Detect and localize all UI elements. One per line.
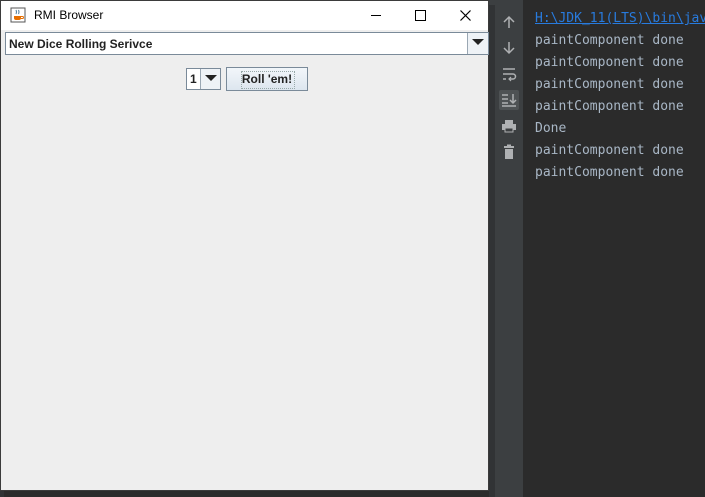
console-line: paintComponent done xyxy=(535,99,684,114)
minimize-button[interactable] xyxy=(353,1,399,30)
print-icon xyxy=(502,120,516,133)
title-bar[interactable]: RMI Browser xyxy=(1,1,488,30)
scroll-to-end-button[interactable] xyxy=(499,90,519,110)
soft-wrap-button[interactable] xyxy=(499,64,519,84)
maximize-button[interactable] xyxy=(399,1,445,30)
console-line: paintComponent done xyxy=(535,77,684,92)
up-arrow-button[interactable] xyxy=(499,12,519,32)
dice-count-select[interactable]: 1 xyxy=(186,68,221,90)
focus-ring xyxy=(241,71,295,89)
console-line: paintComponent done xyxy=(535,143,684,158)
window-title: RMI Browser xyxy=(34,8,104,22)
up-arrow-icon xyxy=(503,15,515,28)
service-select-value: New Dice Rolling Serivce xyxy=(9,37,153,51)
clear-all-button[interactable] xyxy=(499,142,519,162)
service-dropdown-button[interactable] xyxy=(467,33,488,54)
console-output[interactable]: H:\JDK_11(LTS)\bin\jav paintComponent do… xyxy=(524,0,705,497)
console-path-link[interactable]: H:\JDK_11(LTS)\bin\jav xyxy=(535,11,705,26)
maximize-icon xyxy=(415,10,426,21)
close-button[interactable] xyxy=(443,1,489,30)
console-line: paintComponent done xyxy=(535,55,684,70)
service-select[interactable]: New Dice Rolling Serivce xyxy=(5,32,489,55)
console-line: Done xyxy=(535,121,567,136)
dice-count-value: 1 xyxy=(190,72,197,86)
trash-icon xyxy=(504,144,514,159)
close-icon xyxy=(460,10,471,21)
down-arrow-button[interactable] xyxy=(499,38,519,58)
chevron-down-icon xyxy=(472,39,484,45)
console-line: paintComponent done xyxy=(535,165,684,180)
scroll-to-end-icon xyxy=(502,94,517,107)
rmi-browser-window: RMI Browser New Dice Rolling Serivce 1 R… xyxy=(0,0,489,491)
roll-button[interactable]: Roll 'em! xyxy=(226,67,308,91)
minimize-icon xyxy=(371,15,381,16)
soft-wrap-icon xyxy=(503,68,517,82)
dice-count-dropdown-button[interactable] xyxy=(200,69,220,89)
down-arrow-icon xyxy=(503,42,515,55)
print-button[interactable] xyxy=(499,116,519,136)
run-tool-strip xyxy=(495,0,524,497)
chevron-down-icon xyxy=(205,75,217,81)
java-cup-icon xyxy=(10,7,26,23)
console-line: paintComponent done xyxy=(535,33,684,48)
